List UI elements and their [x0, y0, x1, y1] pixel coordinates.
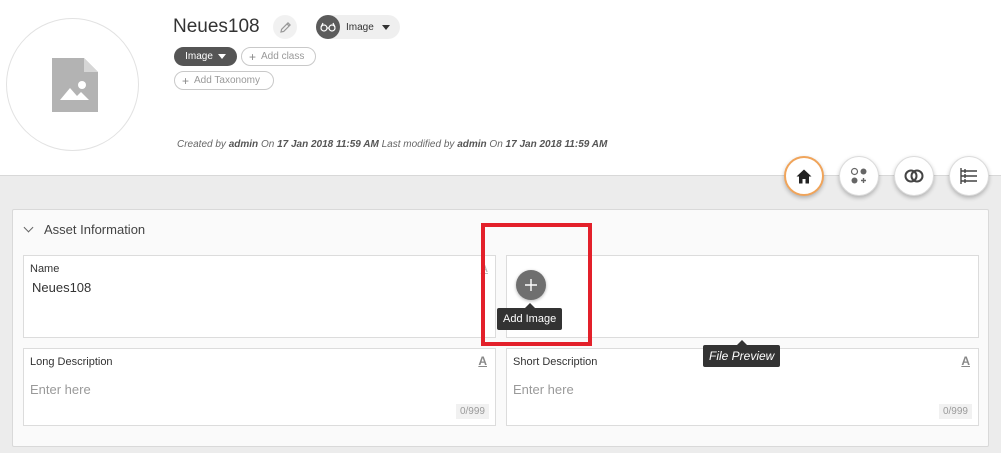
highlight-annotation [481, 223, 592, 346]
plus-icon: + [182, 73, 190, 88]
modified-on-label: On [489, 139, 503, 150]
audit-info: Created by admin On 17 Jan 2018 11:59 AM… [177, 139, 607, 150]
apps-icon [850, 167, 867, 184]
home-icon [796, 169, 812, 183]
file-preview-tooltip: File Preview [703, 340, 781, 367]
relations-button[interactable] [894, 156, 934, 196]
glasses-icon [316, 15, 340, 39]
created-by-user: admin [228, 139, 259, 150]
asset-header: Neues108 Image Image + Add class + Add T… [0, 0, 1001, 176]
language-marker-icon[interactable]: A [478, 354, 487, 368]
asset-title: Neues108 [173, 16, 260, 37]
caret-down-icon [217, 54, 226, 59]
add-class-label: Add class [261, 51, 305, 62]
image-file-icon [52, 58, 98, 112]
short-description-label: Short Description [513, 356, 598, 368]
edit-title-button[interactable] [273, 15, 297, 39]
tree-icon [960, 168, 977, 184]
name-field[interactable]: Name A Neues108 [23, 255, 496, 338]
short-description-counter: 0/999 [938, 404, 972, 419]
asset-type-selector[interactable]: Image [316, 15, 400, 39]
modified-on-date: 17 Jan 2018 11:59 AM [505, 139, 608, 150]
created-on-date: 17 Jan 2018 11:59 AM [277, 139, 379, 150]
asset-information-toggle[interactable]: Asset Information [23, 222, 145, 237]
home-button[interactable] [784, 156, 824, 196]
class-chip-label: Image [185, 51, 213, 62]
plus-icon: + [249, 49, 257, 64]
name-input[interactable]: Neues108 [32, 280, 91, 295]
short-description-input[interactable]: Enter here [513, 382, 574, 397]
asset-type-label: Image [346, 21, 374, 33]
long-description-field[interactable]: Long Description A Enter here 0/999 [23, 348, 496, 426]
name-label: Name [30, 263, 60, 275]
apps-button[interactable] [839, 156, 879, 196]
caret-down-icon [381, 24, 390, 30]
add-class-button[interactable]: + Add class [241, 47, 316, 66]
long-description-input[interactable]: Enter here [30, 382, 91, 397]
chevron-down-icon [23, 222, 34, 233]
pencil-icon [279, 21, 291, 33]
long-description-label: Long Description [30, 356, 113, 368]
modified-by-user: admin [457, 139, 487, 150]
panel-title: Asset Information [44, 222, 146, 237]
language-marker-icon[interactable]: A [961, 354, 970, 368]
asset-thumbnail [6, 18, 139, 151]
class-chip[interactable]: Image [174, 47, 237, 66]
created-by-label: Created by [177, 139, 226, 150]
modified-by-label: Last modified by [381, 139, 455, 150]
created-on-label: On [260, 139, 275, 150]
links-icon [904, 169, 924, 183]
add-taxonomy-label: Add Taxonomy [194, 75, 260, 86]
add-taxonomy-button[interactable]: + Add Taxonomy [174, 71, 274, 90]
hierarchy-button[interactable] [949, 156, 989, 196]
long-description-counter: 0/999 [455, 404, 489, 419]
